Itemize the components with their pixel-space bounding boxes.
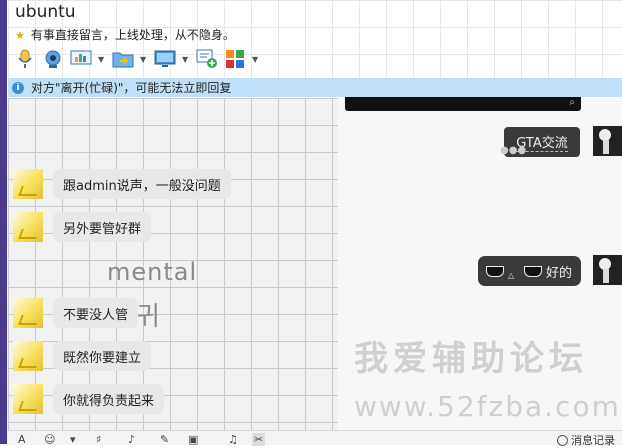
previous-message-image[interactable]: ⌕ bbox=[345, 97, 581, 111]
font-icon[interactable]: A bbox=[18, 433, 26, 446]
window-left-edge bbox=[0, 0, 7, 444]
message-bubble-left[interactable]: 既然你要建立 bbox=[53, 341, 152, 371]
away-status-bar: i 对方"离开(忙碌)"，可能无法立即回复 bbox=[8, 78, 622, 97]
message-history-button[interactable]: 消息记录 bbox=[557, 432, 615, 448]
avatar[interactable] bbox=[13, 169, 43, 199]
message-text: 既然你要建立 bbox=[63, 350, 142, 366]
emoji-icon[interactable]: ☺ bbox=[44, 433, 55, 446]
avatar[interactable] bbox=[13, 212, 43, 242]
avatar[interactable] bbox=[13, 341, 43, 371]
avatar[interactable] bbox=[593, 255, 622, 285]
away-status-text: 对方"离开(忙碌)"，可能无法立即回复 bbox=[31, 81, 232, 95]
vibrate-icon[interactable]: ♯ bbox=[96, 433, 101, 446]
music-icon[interactable]: ♫ bbox=[228, 433, 238, 446]
chevron-down-icon[interactable]: ▼ bbox=[98, 55, 106, 64]
voice-message-icon[interactable]: ♪ bbox=[128, 433, 135, 446]
message-add-icon[interactable] bbox=[196, 48, 218, 70]
avatar[interactable] bbox=[13, 298, 43, 328]
message-text: 不要没人管 bbox=[63, 307, 129, 323]
chat-bubble-icon: ●●● bbox=[500, 145, 527, 156]
magnifier-icon: ⌕ bbox=[569, 97, 575, 108]
chevron-down-icon[interactable]: ▼ bbox=[182, 55, 190, 64]
screenshot-icon[interactable]: ✂ bbox=[252, 433, 266, 446]
remote-desktop-icon[interactable] bbox=[154, 48, 176, 70]
watermark-title: 我爱辅助论坛 bbox=[354, 339, 588, 379]
watermark-url: www.52fzba.com bbox=[354, 390, 621, 423]
contact-signature: ★ 有事直接留言，上线处理，从不隐身。 bbox=[15, 26, 235, 43]
message-bubble-left[interactable]: 跟admin说声，一般没问题 bbox=[53, 169, 231, 199]
message-bubble-right[interactable]: △ 好的 bbox=[478, 256, 581, 286]
microphone-icon[interactable] bbox=[14, 48, 36, 70]
image-icon[interactable]: ▣ bbox=[188, 433, 198, 446]
star-icon: ★ bbox=[15, 29, 25, 42]
background-text: mental bbox=[107, 258, 198, 286]
message-history-label: 消息记录 bbox=[571, 434, 615, 447]
file-transfer-icon[interactable] bbox=[112, 48, 134, 70]
chevron-down-icon[interactable]: ▼ bbox=[252, 55, 260, 64]
message-bubble-left[interactable]: 另外要管好群 bbox=[53, 212, 152, 242]
message-bubble-left[interactable]: 不要没人管 bbox=[53, 298, 139, 328]
message-text: 好的 bbox=[546, 265, 573, 281]
sunglasses-emoji-icon: △ bbox=[484, 263, 546, 280]
message-text: 另外要管好群 bbox=[63, 221, 142, 237]
contact-name: ubuntu bbox=[15, 2, 76, 22]
message-text: 你就得负责起来 bbox=[63, 393, 155, 409]
signature-text: 有事直接留言，上线处理，从不隐身。 bbox=[30, 28, 235, 42]
apps-grid-icon[interactable] bbox=[224, 48, 246, 70]
video-icon[interactable] bbox=[42, 48, 64, 70]
screen-share-icon[interactable] bbox=[70, 48, 92, 70]
avatar[interactable] bbox=[593, 126, 622, 156]
avatar[interactable] bbox=[13, 384, 43, 414]
message-text: 跟admin说声，一般没问题 bbox=[63, 178, 221, 194]
chevron-down-icon[interactable]: ▾ bbox=[70, 433, 76, 446]
chat-toolbar: ▼ ▼ ▼ ▼ bbox=[14, 48, 260, 70]
message-bubble-right[interactable]: ●●● GTA交流 bbox=[500, 127, 580, 157]
scissors-icon[interactable]: ✎ bbox=[160, 433, 169, 446]
info-icon: i bbox=[12, 81, 24, 94]
chevron-down-icon[interactable]: ▼ bbox=[140, 55, 148, 64]
background-hangul: 귀 bbox=[136, 302, 160, 332]
message-bubble-left[interactable]: 你就得负责起来 bbox=[53, 384, 165, 414]
